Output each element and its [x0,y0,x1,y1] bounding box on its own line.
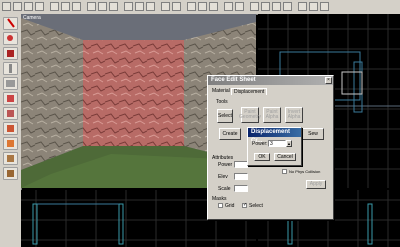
displacement-create-title: Displacement Cr... [248,128,301,144]
toolbar-button[interactable] [298,2,307,11]
face-edit-sheet-title: Face Edit Sheet [208,76,333,85]
toolbar-button[interactable] [261,2,270,11]
overlay-tool-icon[interactable] [3,137,18,150]
tab-displacement[interactable]: Displacement [231,88,268,95]
toolbar-button[interactable] [135,2,144,11]
paint-alpha-button[interactable]: Paint Alpha [263,107,281,123]
viewport-label: Camera [23,15,41,21]
block-tool-icon[interactable] [3,77,18,90]
toolbar-button[interactable] [235,2,244,11]
close-icon[interactable]: × [325,77,332,84]
toolbar-button[interactable] [124,2,133,11]
no-phys-label: No Phys Collision [289,169,321,174]
grid-checkbox[interactable] [218,203,223,208]
toolbar-button[interactable] [209,2,218,11]
texture-tool-icon[interactable] [3,92,18,105]
toolbar-button[interactable] [187,2,196,11]
toolbar-button[interactable] [320,2,329,11]
power-spinner-icon[interactable]: ▲ [286,140,292,147]
tool-palette [0,14,22,247]
apply-button[interactable]: Apply [306,180,326,189]
toolbar-button[interactable] [35,2,44,11]
toolbar-button[interactable] [87,2,96,11]
toolbar-button[interactable] [198,2,207,11]
toolbar-button[interactable] [146,2,155,11]
invert-alpha-button[interactable]: Invert Alpha [285,107,303,123]
create-button[interactable]: Create [219,128,241,140]
toolbar-button[interactable] [309,2,318,11]
top-toolbar [0,0,400,15]
power-field[interactable] [234,161,248,168]
toolbar-button[interactable] [109,2,118,11]
scale-field[interactable] [234,185,248,192]
displacement-create-dialog: Displacement Cr... Power: 3 ▲ OK Cancel [247,127,302,166]
cancel-button[interactable]: Cancel [274,153,296,161]
scale-label: Scale [218,186,231,192]
toolbar-button[interactable] [98,2,107,11]
elevation-label: Elev [218,174,228,180]
apply-texture-icon[interactable] [3,107,18,120]
toolbar-button[interactable] [272,2,281,11]
camera-tool-icon[interactable] [3,47,18,60]
power-label: Power [218,162,233,168]
no-phys-checkbox[interactable] [282,169,287,174]
pointer-tool-icon[interactable] [3,17,18,30]
vertex-tool-icon[interactable] [3,167,18,180]
elevation-field[interactable] [234,173,248,180]
ok-button[interactable]: OK [254,153,270,161]
select-mask-label: Select [249,203,263,209]
magnify-tool-icon[interactable] [3,32,18,45]
decal-tool-icon[interactable] [3,122,18,135]
tab-material[interactable]: Material [212,88,230,94]
sew-button[interactable]: Sew [302,128,324,140]
select-mask-checkbox[interactable]: ✓ [242,203,247,208]
power-input[interactable]: 3 [268,140,286,147]
entity-tool-icon[interactable] [3,62,18,75]
paint-geometry-button[interactable]: Paint Geometry [239,107,261,123]
clip-tool-icon[interactable] [3,152,18,165]
tools-group-label: Tools [216,99,228,105]
masks-group-label: Masks [212,196,227,202]
toolbar-button[interactable] [72,2,81,11]
toolbar-button[interactable] [61,2,70,11]
toolbar-button[interactable] [50,2,59,11]
toolbar-button[interactable] [24,2,33,11]
select-button[interactable]: Select [217,109,233,123]
power-label: Power: [252,141,268,147]
toolbar-button[interactable] [2,2,11,11]
toolbar-button[interactable] [250,2,259,11]
toolbar-button[interactable] [224,2,233,11]
toolbar-button[interactable] [283,2,292,11]
toolbar-button[interactable] [161,2,170,11]
toolbar-button[interactable] [13,2,22,11]
toolbar-button[interactable] [172,2,181,11]
attributes-group-label: Attributes [212,155,234,161]
grid-label: Grid [225,203,235,209]
